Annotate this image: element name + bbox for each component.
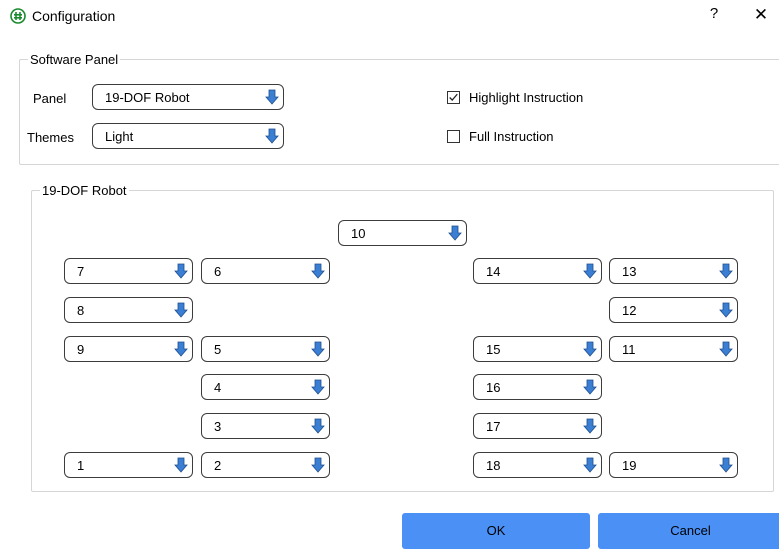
joint-select-5[interactable]: 5 — [201, 336, 330, 362]
joint-select-value: 17 — [486, 419, 501, 434]
arrow-down-icon — [265, 128, 279, 144]
checkbox-box — [447, 130, 460, 143]
joint-select-value: 15 — [486, 342, 501, 357]
highlight-instruction-label: Highlight Instruction — [469, 90, 584, 105]
joint-select-1[interactable]: 1 — [64, 452, 193, 478]
joint-select-14[interactable]: 14 — [473, 258, 602, 284]
joint-select-value: 16 — [486, 380, 501, 395]
arrow-down-icon — [311, 263, 325, 279]
joint-select-value: 6 — [214, 264, 222, 279]
arrow-down-icon — [311, 418, 325, 434]
arrow-down-icon — [265, 89, 279, 105]
themes-label: Themes — [27, 130, 74, 145]
help-button[interactable]: ? — [705, 5, 723, 27]
joint-select-value: 1 — [77, 458, 85, 473]
joint-select-value: 10 — [351, 226, 366, 241]
joint-select-value: 2 — [214, 458, 222, 473]
arrow-down-icon — [311, 341, 325, 357]
highlight-instruction-checkbox[interactable]: Highlight Instruction — [447, 90, 627, 108]
checkbox-box — [447, 91, 460, 104]
joint-select-value: 12 — [622, 303, 637, 318]
arrow-down-icon — [719, 302, 733, 318]
joint-select-2[interactable]: 2 — [201, 452, 330, 478]
arrow-down-icon — [583, 263, 597, 279]
arrow-down-icon — [311, 379, 325, 395]
joint-select-16[interactable]: 16 — [473, 374, 602, 400]
arrow-down-icon — [311, 457, 325, 473]
joint-select-10[interactable]: 10 — [338, 220, 467, 246]
cancel-button[interactable]: Cancel — [598, 513, 779, 549]
window-title: Configuration — [32, 8, 116, 24]
check-icon — [449, 93, 458, 101]
joint-select-19[interactable]: 19 — [609, 452, 738, 478]
panel-select[interactable]: 19-DOF Robot — [92, 84, 284, 110]
themes-select[interactable]: Light — [92, 123, 284, 149]
arrow-down-icon — [583, 379, 597, 395]
joint-select-value: 3 — [214, 419, 222, 434]
joint-select-value: 19 — [622, 458, 637, 473]
joint-select-value: 11 — [622, 342, 636, 357]
joint-select-7[interactable]: 7 — [64, 258, 193, 284]
themes-select-value: Light — [105, 129, 134, 144]
joint-select-11[interactable]: 11 — [609, 336, 738, 362]
robot-panel-legend: 19-DOF Robot — [42, 183, 127, 198]
joint-select-12[interactable]: 12 — [609, 297, 738, 323]
ok-button[interactable]: OK — [402, 513, 590, 549]
joint-select-value: 13 — [622, 264, 637, 279]
joint-select-6[interactable]: 6 — [201, 258, 330, 284]
full-instruction-checkbox[interactable]: Full Instruction — [447, 129, 597, 147]
arrow-down-icon — [174, 302, 188, 318]
arrow-down-icon — [583, 418, 597, 434]
arrow-down-icon — [583, 341, 597, 357]
joint-select-value: 9 — [77, 342, 85, 357]
joint-select-value: 8 — [77, 303, 85, 318]
joint-select-value: 18 — [486, 458, 501, 473]
joint-select-13[interactable]: 13 — [609, 258, 738, 284]
arrow-down-icon — [719, 263, 733, 279]
arrow-down-icon — [719, 341, 733, 357]
arrow-down-icon — [174, 457, 188, 473]
joint-select-18[interactable]: 18 — [473, 452, 602, 478]
joint-select-17[interactable]: 17 — [473, 413, 602, 439]
joint-select-value: 14 — [486, 264, 501, 279]
arrow-down-icon — [174, 341, 188, 357]
arrow-down-icon — [719, 457, 733, 473]
full-instruction-label: Full Instruction — [469, 129, 554, 144]
arrow-down-icon — [448, 225, 462, 241]
arrow-down-icon — [174, 263, 188, 279]
joint-select-value: 5 — [214, 342, 222, 357]
software-panel-legend: Software Panel — [30, 52, 119, 67]
close-button[interactable]: ✕ — [750, 5, 772, 27]
joint-select-9[interactable]: 9 — [64, 336, 193, 362]
joint-select-8[interactable]: 8 — [64, 297, 193, 323]
app-logo-icon — [10, 8, 26, 24]
panel-label: Panel — [33, 91, 67, 106]
arrow-down-icon — [583, 457, 597, 473]
joint-select-3[interactable]: 3 — [201, 413, 330, 439]
joint-select-15[interactable]: 15 — [473, 336, 602, 362]
joint-select-value: 7 — [77, 264, 85, 279]
panel-select-value: 19-DOF Robot — [105, 90, 190, 105]
joint-select-value: 4 — [214, 380, 222, 395]
joint-select-4[interactable]: 4 — [201, 374, 330, 400]
